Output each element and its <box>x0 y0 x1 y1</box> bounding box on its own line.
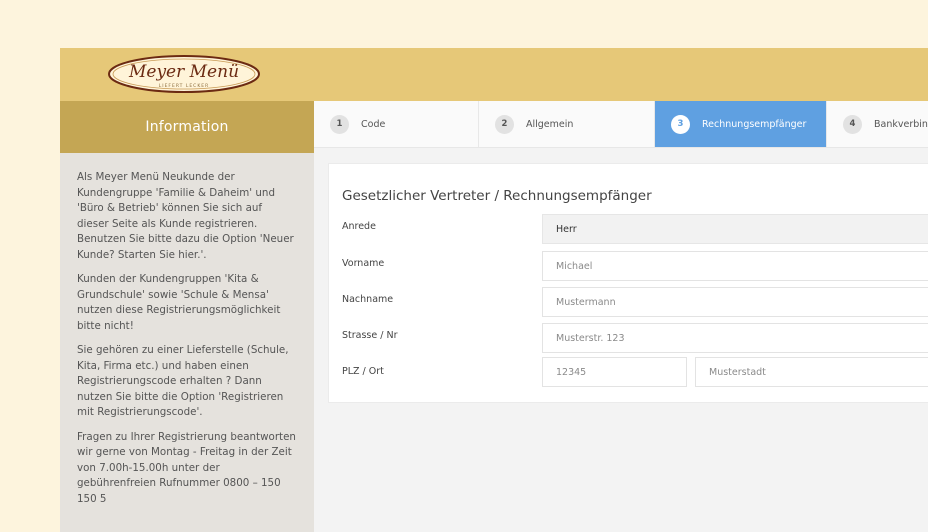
vorname-field[interactable]: Michael <box>542 251 928 281</box>
step-allgemein[interactable]: 2 Allgemein <box>479 101 655 147</box>
step-bankverbindung[interactable]: 4 Bankverbindung <box>827 101 928 147</box>
step-number: 4 <box>843 114 862 134</box>
strasse-placeholder: Musterstr. 123 <box>556 332 625 344</box>
plz-field[interactable]: 12345 <box>542 357 687 387</box>
nachname-label: Nachname <box>342 294 394 305</box>
strasse-field[interactable]: Musterstr. 123 <box>542 323 928 353</box>
info-paragraph: Sie gehören zu einer Lieferstelle (Schul… <box>77 344 289 418</box>
ort-field[interactable]: Musterstadt <box>695 357 928 387</box>
vorname-placeholder: Michael <box>556 260 593 272</box>
info-sidebar: Information Als Meyer Menü Neukunde der … <box>60 101 314 532</box>
step-label: Code <box>361 118 386 130</box>
step-label: Bankverbindung <box>874 118 928 130</box>
step-number: 2 <box>495 114 514 134</box>
anrede-value: Herr <box>556 223 577 235</box>
strasse-label: Strasse / Nr <box>342 330 398 341</box>
top-header: Meyer Menü LIEFERT LECKER <box>60 48 928 101</box>
logo-brand: Meyer Menü <box>128 62 239 82</box>
wizard-steps: 1 Code 2 Allgemein 3 Rechnungsempfänger … <box>314 101 928 148</box>
form-card: Gesetzlicher Vertreter / Rechnungsempfän… <box>328 163 928 403</box>
step-code[interactable]: 1 Code <box>314 101 479 147</box>
anrede-label: Anrede <box>342 221 376 232</box>
plz-ort-label: PLZ / Ort <box>342 366 384 377</box>
sidebar-text: Als Meyer Menü Neukunde der Kundengruppe… <box>60 153 314 507</box>
info-paragraph: Fragen zu Ihrer Registrierung beantworte… <box>77 430 296 505</box>
vorname-label: Vorname <box>342 258 385 269</box>
anrede-select[interactable]: Herr <box>542 214 928 244</box>
info-paragraph: Als Meyer Menü Neukunde der Kundengruppe… <box>77 171 294 261</box>
meyer-menu-logo[interactable]: Meyer Menü LIEFERT LECKER <box>107 54 262 94</box>
info-paragraph: Kunden der Kundengruppen 'Kita & Grundsc… <box>77 273 281 332</box>
step-number: 1 <box>330 114 349 134</box>
step-label: Allgemein <box>526 118 574 130</box>
sidebar-title: Information <box>60 101 314 153</box>
step-label: Rechnungsempfänger <box>702 118 807 130</box>
nachname-field[interactable]: Mustermann <box>542 287 928 317</box>
ort-placeholder: Musterstadt <box>709 366 766 378</box>
nachname-placeholder: Mustermann <box>556 296 616 308</box>
main-content: 1 Code 2 Allgemein 3 Rechnungsempfänger … <box>314 101 928 532</box>
form-title: Gesetzlicher Vertreter / Rechnungsempfän… <box>342 188 652 204</box>
step-rechnungsempfaenger[interactable]: 3 Rechnungsempfänger <box>655 101 827 147</box>
step-number: 3 <box>671 114 690 134</box>
logo-tagline: LIEFERT LECKER <box>159 83 210 89</box>
plz-placeholder: 12345 <box>556 366 587 378</box>
